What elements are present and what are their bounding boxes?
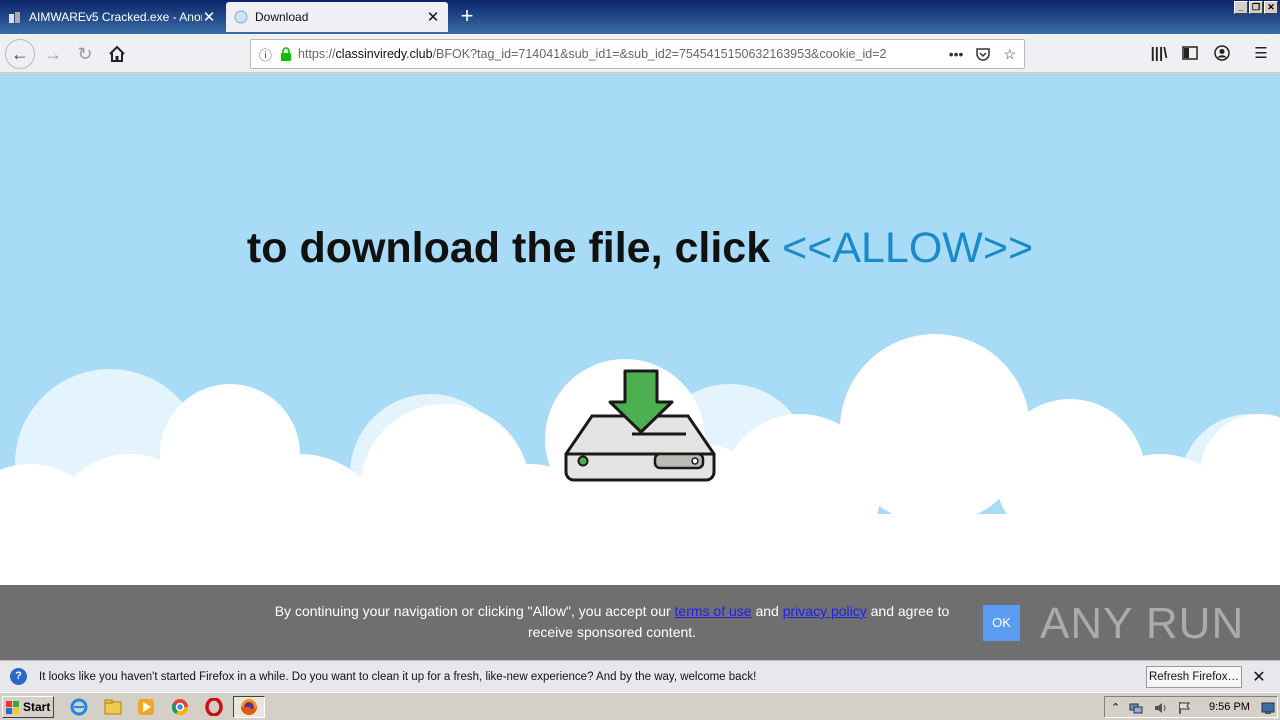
page-actions-button[interactable]: ••• <box>949 46 964 62</box>
url-prefix: https:// <box>298 47 336 61</box>
globe-favicon-icon <box>234 10 248 24</box>
hamburger-icon: ☰ <box>1254 45 1268 62</box>
sidebar-button[interactable] <box>1179 42 1201 64</box>
forward-button[interactable]: → <box>38 39 68 69</box>
tab-download[interactable]: Download ✕ <box>226 2 448 32</box>
network-icon[interactable] <box>1129 701 1143 715</box>
start-label: Start <box>23 700 51 714</box>
pocket-icon[interactable] <box>975 46 991 62</box>
tab-aimware[interactable]: AIMWAREv5 Cracked.exe - Anon ✕ <box>0 2 224 32</box>
download-drive-icon <box>564 369 716 482</box>
info-icon[interactable]: ⓘ <box>259 45 272 64</box>
tab-close-icon[interactable]: ✕ <box>202 8 216 26</box>
ok-button[interactable]: OK <box>983 605 1020 641</box>
consent-message: By continuing your navigation or clickin… <box>262 601 962 643</box>
url-text[interactable]: https://classinviredy.club/BFOK?tag_id=7… <box>298 47 937 61</box>
tab-title: Download <box>255 10 309 24</box>
arrow-right-icon: → <box>44 43 62 64</box>
watermark-text: ANY RUN <box>1040 599 1245 648</box>
windows-taskbar: Start ⌃ 9:56 PM <box>0 692 1280 720</box>
close-window-button[interactable]: ✕ <box>1264 1 1278 14</box>
new-tab-button[interactable]: + <box>454 4 480 30</box>
action-center-flag-icon[interactable] <box>1177 701 1191 715</box>
tab-close-icon[interactable]: ✕ <box>426 8 440 26</box>
firefox-icon <box>241 699 257 715</box>
terms-of-use-link[interactable]: terms of use <box>675 603 752 619</box>
system-tray: ⌃ 9:56 PM <box>1104 696 1278 718</box>
start-button[interactable]: Start <box>2 696 54 718</box>
folder-icon[interactable] <box>104 698 122 716</box>
consent-bar: By continuing your navigation or clickin… <box>0 585 1280 660</box>
allow-text: <<ALLOW>> <box>782 224 1034 272</box>
internet-explorer-icon[interactable] <box>70 698 88 716</box>
tab-strip: AIMWAREv5 Cracked.exe - Anon ✕ Download … <box>0 0 1280 34</box>
anyrun-watermark: ANY RUN <box>1040 599 1244 649</box>
navigation-toolbar: ← → ↻ ⓘ https://classinviredy.club/BFOK?… <box>0 34 1280 73</box>
consent-text-start: By continuing your navigation or clickin… <box>274 603 671 619</box>
show-desktop-icon[interactable] <box>1261 701 1275 715</box>
question-icon: ? <box>10 668 27 685</box>
firefox-taskbar-button[interactable] <box>233 696 265 718</box>
tab-title: AIMWAREv5 Cracked.exe - Anon <box>29 10 202 24</box>
reload-button[interactable]: ↻ <box>70 39 100 69</box>
sidebar-icon <box>1182 46 1198 60</box>
url-bar[interactable]: ⓘ https://classinviredy.club/BFOK?tag_id… <box>250 39 1025 69</box>
arrow-left-icon: ← <box>11 43 29 64</box>
chevron-up-icon[interactable]: ⌃ <box>1111 701 1125 715</box>
library-icon: |||\ <box>1150 44 1168 62</box>
library-button[interactable]: |||\ <box>1148 42 1170 64</box>
url-path: /BFOK?tag_id=714041&sub_id1=&sub_id2=754… <box>432 47 887 61</box>
firefox-notification-bar: ? It looks like you haven't started Fire… <box>0 660 1280 692</box>
window-controls: _ ❐ ✕ <box>1234 1 1278 14</box>
restore-button[interactable]: ❐ <box>1249 1 1263 14</box>
media-player-icon[interactable] <box>137 698 155 716</box>
notification-close-icon[interactable]: ✕ <box>1251 667 1267 687</box>
home-icon <box>109 45 125 62</box>
bookmark-star-icon[interactable]: ☆ <box>1003 46 1016 63</box>
page-favicon-icon <box>9 12 20 23</box>
privacy-policy-link[interactable]: privacy policy <box>783 603 867 619</box>
headline-text: to download the file, click <box>246 224 771 272</box>
minimize-button[interactable]: _ <box>1234 1 1248 14</box>
chrome-icon[interactable] <box>171 698 189 716</box>
menu-button[interactable]: ☰ <box>1250 42 1272 64</box>
consent-and-text: and <box>755 603 779 619</box>
refresh-firefox-button[interactable]: Refresh Firefox… <box>1146 666 1242 688</box>
home-button[interactable] <box>102 39 132 69</box>
download-headline: to download the file, click <<ALLOW>> <box>0 224 1280 273</box>
back-button[interactable]: ← <box>5 39 35 69</box>
windows-flag-icon <box>6 700 19 714</box>
reload-icon: ↻ <box>77 43 93 64</box>
taskbar-clock: 9:56 PM <box>1209 701 1250 713</box>
account-icon <box>1214 45 1230 61</box>
opera-icon[interactable] <box>205 698 223 716</box>
clouds-background <box>0 334 1280 660</box>
notification-message: It looks like you haven't started Firefo… <box>39 670 757 683</box>
lock-icon[interactable] <box>280 47 292 61</box>
page-content: to download the file, click <<ALLOW>> By… <box>0 74 1280 660</box>
account-button[interactable] <box>1211 42 1233 64</box>
volume-icon[interactable] <box>1153 701 1167 715</box>
url-host: classinviredy.club <box>335 47 433 61</box>
